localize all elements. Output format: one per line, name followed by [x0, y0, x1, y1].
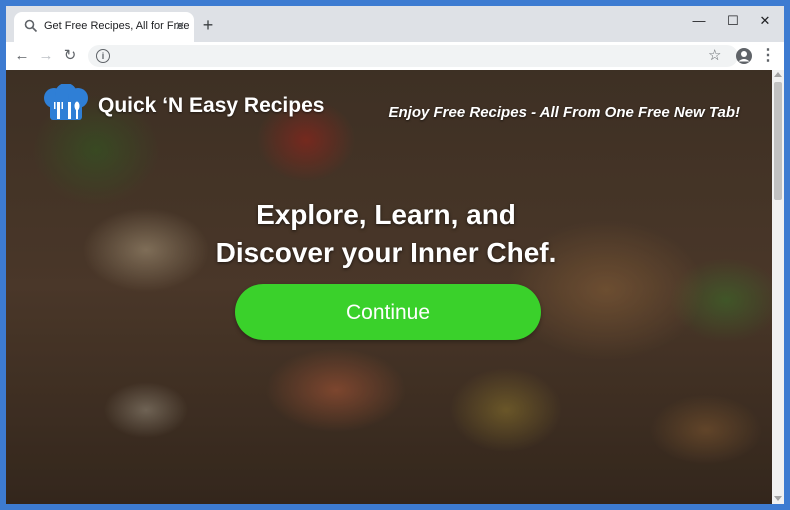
search-icon: [24, 19, 38, 33]
bookmark-star-icon[interactable]: ☆: [708, 46, 721, 66]
tab-active[interactable]: Get Free Recipes, All for Free ✕: [14, 12, 194, 42]
reload-button[interactable]: ↻: [60, 46, 80, 66]
minimize-button[interactable]: —: [684, 10, 714, 32]
toolbar: ← → ↻ i ☆ ⋮: [6, 42, 784, 70]
tab-strip: Get Free Recipes, All for Free ✕ + — ☐ ✕: [6, 6, 784, 42]
forward-button[interactable]: →: [36, 46, 56, 66]
scrollbar-thumb[interactable]: [774, 82, 782, 200]
vertical-scrollbar[interactable]: [772, 70, 784, 504]
profile-avatar-icon[interactable]: [734, 46, 754, 66]
new-tab-button[interactable]: +: [198, 16, 218, 36]
back-button[interactable]: ←: [12, 46, 32, 66]
headline: Explore, Learn, and Discover your Inner …: [166, 196, 606, 272]
scroll-up-arrow-icon[interactable]: [774, 72, 782, 77]
tab-close-icon[interactable]: ✕: [172, 18, 188, 34]
maximize-button[interactable]: ☐: [718, 10, 748, 32]
site-logo[interactable]: Quick ‘N Easy Recipes: [42, 84, 324, 126]
continue-button[interactable]: Continue: [235, 284, 541, 340]
headline-line-1: Explore, Learn, and: [256, 199, 516, 230]
tab-title: Get Free Recipes, All for Free: [44, 20, 190, 32]
address-bar[interactable]: i: [88, 45, 738, 67]
info-icon[interactable]: i: [96, 49, 110, 63]
window-frame: Get Free Recipes, All for Free ✕ + — ☐ ✕…: [0, 0, 790, 510]
close-window-button[interactable]: ✕: [750, 10, 780, 32]
address-input[interactable]: [116, 47, 680, 67]
tagline: Enjoy Free Recipes - All From One Free N…: [388, 104, 740, 121]
browser-window: Get Free Recipes, All for Free ✕ + — ☐ ✕…: [6, 6, 784, 504]
menu-icon[interactable]: ⋮: [758, 46, 778, 66]
scroll-down-arrow-icon[interactable]: [774, 496, 782, 501]
chef-hat-utensils-icon: [44, 84, 88, 120]
page-content: Quick ‘N Easy Recipes Enjoy Free Recipes…: [6, 70, 772, 504]
headline-line-2: Discover your Inner Chef.: [215, 237, 557, 268]
logo-text: Quick ‘N Easy Recipes: [98, 94, 325, 117]
